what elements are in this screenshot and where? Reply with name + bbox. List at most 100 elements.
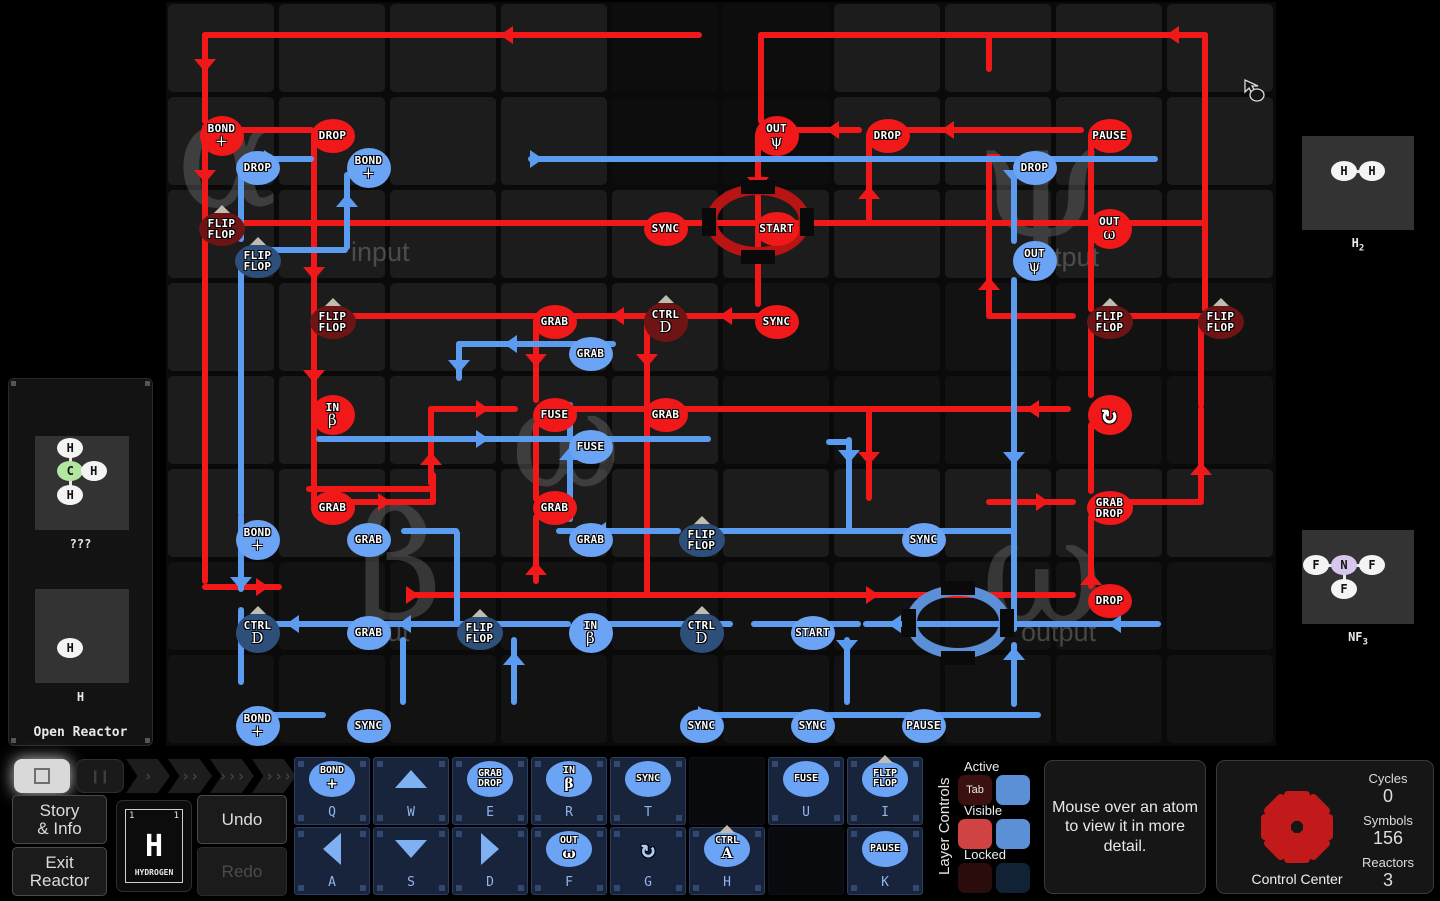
instruction-flip-flop[interactable]: FLIP FLOP <box>198 211 245 246</box>
instruction-flip-flop[interactable]: FLIP FLOP <box>1086 304 1133 339</box>
grid-cell[interactable] <box>1167 190 1273 278</box>
grid-cell[interactable] <box>945 283 1051 371</box>
grid-cell[interactable] <box>612 4 718 92</box>
grid-cell[interactable] <box>945 376 1051 464</box>
output-molecule-panel-1[interactable]: HH H2 <box>1302 136 1417 253</box>
open-reactor-label[interactable]: Open Reactor <box>9 725 152 740</box>
grid-cell[interactable] <box>501 97 607 185</box>
palette-cell-s[interactable]: S <box>373 827 449 895</box>
instruction-grab[interactable]: GRAB <box>346 522 391 557</box>
grid-cell[interactable] <box>945 655 1051 743</box>
instruction-out[interactable]: OUT ω <box>1087 208 1132 249</box>
instruction-ctrl[interactable]: CTRL D <box>679 612 724 653</box>
instruction-flip-flop[interactable]: FLIP FLOP <box>456 615 503 650</box>
redo-button[interactable]: Redo <box>197 847 287 896</box>
instruction-drop[interactable]: DROP <box>1087 583 1132 618</box>
control-center-panel[interactable]: Control Center Cycles 0 Symbols 156 Reactors… <box>1216 760 1434 894</box>
story-info-button[interactable]: Story & Info <box>12 795 107 844</box>
speed-step-3[interactable]: ››› <box>210 759 254 793</box>
grid-cell[interactable] <box>390 97 496 185</box>
palette-cell-f[interactable]: OUT ω F <box>531 827 607 895</box>
instruction-grab[interactable]: GRAB <box>346 615 391 650</box>
grid-cell[interactable] <box>1056 4 1162 92</box>
instruction-ctrl[interactable]: CTRL D <box>643 301 688 342</box>
instruction-grab-drop[interactable]: GRAB DROP <box>1086 490 1133 525</box>
grid-cell[interactable] <box>390 283 496 371</box>
grid-cell[interactable] <box>1056 655 1162 743</box>
atom[interactable]: H <box>57 437 84 458</box>
grid-cell[interactable] <box>834 190 940 278</box>
grid-cell[interactable] <box>723 376 829 464</box>
instruction-flip-flop[interactable]: FLIP FLOP <box>234 243 281 278</box>
instruction-palette[interactable]: BOND + Q W GRAB DROP E IN β R SYNC T FUSE U FLIP FLOP I A… <box>294 755 930 897</box>
layer-controls[interactable]: Layer Controls Active Tab Visible Locked <box>932 755 1038 895</box>
exit-reactor-button[interactable]: Exit Reactor <box>12 847 107 896</box>
grid-cell[interactable] <box>501 4 607 92</box>
instruction-grab[interactable]: GRAB <box>532 304 577 339</box>
grid-cell[interactable] <box>168 4 274 92</box>
grid-cell[interactable] <box>390 4 496 92</box>
grid-cell[interactable] <box>390 376 496 464</box>
output-molecule-panel-2[interactable]: FNFF NF3 <box>1302 530 1417 647</box>
palette-cell-t[interactable]: SYNC T <box>610 757 686 825</box>
instruction-bond[interactable]: BOND + <box>199 115 244 156</box>
layer-swatch-blue[interactable] <box>996 819 1030 849</box>
instruction-sync[interactable]: SYNC <box>901 522 946 557</box>
palette-cell-r[interactable]: IN β R <box>531 757 607 825</box>
layer-swatch-blue[interactable] <box>996 775 1030 805</box>
instruction-flip-flop[interactable]: FLIP FLOP <box>678 522 725 557</box>
grid-cell[interactable] <box>501 190 607 278</box>
palette-cell-u[interactable]: FUSE U <box>768 757 844 825</box>
grid-cell[interactable] <box>390 190 496 278</box>
pause-icon[interactable]: ❙❙ <box>76 759 124 793</box>
instruction-sync[interactable]: SYNC <box>346 708 391 743</box>
atom[interactable]: F <box>1331 578 1357 599</box>
grid-cell[interactable] <box>945 4 1051 92</box>
instruction-in[interactable]: IN β <box>310 394 355 435</box>
undo-button[interactable]: Undo <box>197 795 287 844</box>
layer-swatch-red[interactable] <box>958 863 992 893</box>
grid-cell[interactable] <box>1167 562 1273 650</box>
palette-cell-g[interactable]: ↻ G <box>610 827 686 895</box>
selected-element-tile[interactable]: 1 1 H HYDROGEN <box>116 800 192 892</box>
instruction-in[interactable]: IN β <box>568 612 613 653</box>
grid-cell[interactable] <box>390 469 496 557</box>
palette-cell-e[interactable]: GRAB DROP E <box>452 757 528 825</box>
palette-cell-k[interactable]: PAUSE K <box>847 827 923 895</box>
stop-icon[interactable] <box>14 759 70 793</box>
reactor-grid[interactable]: α input β input ω ψ output ω output <box>166 2 1276 746</box>
atom[interactable]: H <box>80 461 107 482</box>
grid-cell[interactable] <box>1167 469 1273 557</box>
speed-step-4[interactable]: ›››› <box>252 759 296 793</box>
grid-cell[interactable] <box>1167 376 1273 464</box>
instruction-flip-flop[interactable]: FLIP FLOP <box>309 304 356 339</box>
instruction-flip-flop[interactable]: FLIP FLOP <box>1197 304 1244 339</box>
instruction-rotate[interactable]: ↻ <box>1087 394 1132 435</box>
instruction-start[interactable]: START <box>754 211 799 246</box>
palette-cell-h[interactable]: CTRL A H <box>689 825 765 895</box>
instruction-grab[interactable]: GRAB <box>532 490 577 525</box>
instruction-fuse[interactable]: FUSE <box>532 397 577 432</box>
instruction-fuse[interactable]: FUSE <box>568 429 613 464</box>
palette-cell-w[interactable]: W <box>373 757 449 825</box>
instruction-grab[interactable]: GRAB <box>643 397 688 432</box>
instruction-drop[interactable]: DROP <box>235 150 280 185</box>
grid-cell[interactable] <box>1167 97 1273 185</box>
input-molecule-panel[interactable]: HCHH ??? H H Open Reactor <box>8 378 153 746</box>
instruction-sync[interactable]: SYNC <box>643 211 688 246</box>
grid-cell[interactable] <box>834 4 940 92</box>
grid-cell[interactable] <box>279 4 385 92</box>
speed-step-2[interactable]: ›› <box>168 759 212 793</box>
layer-swatch-red[interactable] <box>958 819 992 849</box>
instruction-bond[interactable]: BOND + <box>346 147 391 188</box>
palette-cell-i[interactable]: FLIP FLOP I <box>847 755 923 825</box>
palette-cell-d[interactable]: D <box>452 827 528 895</box>
instruction-grab[interactable]: GRAB <box>310 490 355 525</box>
atom[interactable]: H <box>57 637 84 658</box>
instruction-drop[interactable]: DROP <box>310 118 355 153</box>
simulation-control-bar[interactable]: ❙❙ › ›› ››› ›››› <box>8 757 296 795</box>
instruction-grab[interactable]: GRAB <box>568 336 613 371</box>
instruction-drop[interactable]: DROP <box>1012 150 1057 185</box>
atom[interactable]: H <box>57 484 84 505</box>
palette-cell-a[interactable]: A <box>294 827 370 895</box>
